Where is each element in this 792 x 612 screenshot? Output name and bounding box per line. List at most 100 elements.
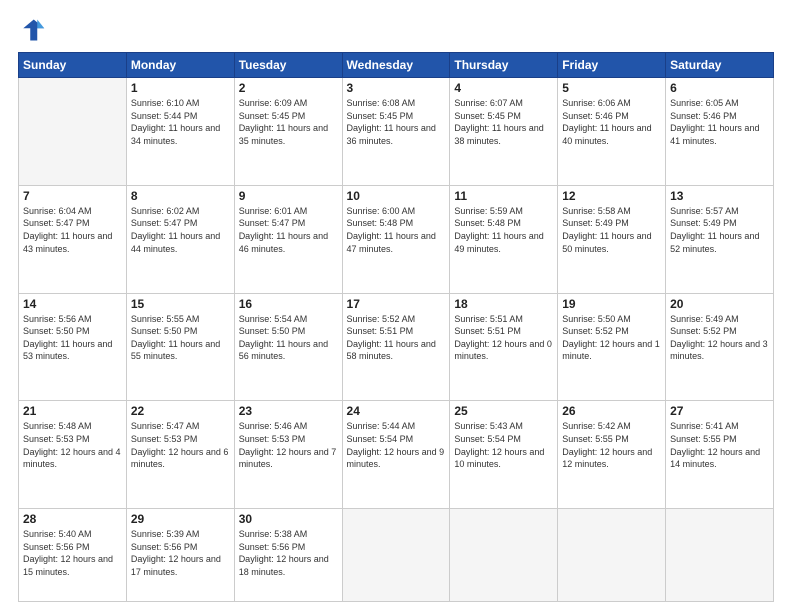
calendar-table: SundayMondayTuesdayWednesdayThursdayFrid…: [18, 52, 774, 602]
day-info: Sunrise: 5:47 AMSunset: 5:53 PMDaylight:…: [131, 420, 230, 470]
day-number: 2: [239, 81, 338, 95]
day-info: Sunrise: 6:01 AMSunset: 5:47 PMDaylight:…: [239, 205, 338, 255]
calendar-cell: 8 Sunrise: 6:02 AMSunset: 5:47 PMDaylight…: [126, 185, 234, 293]
day-number: 5: [562, 81, 661, 95]
calendar-cell: 3Sunrise: 6:08 AMSunset: 5:45 PMDaylight…: [342, 78, 450, 186]
day-number: 13: [670, 189, 769, 203]
day-number: 10: [347, 189, 446, 203]
day-info: Sunrise: 5:40 AMSunset: 5:56 PMDaylight:…: [23, 528, 122, 578]
calendar-cell: 22 Sunrise: 5:47 AMSunset: 5:53 PMDayligh…: [126, 401, 234, 509]
header: [18, 16, 774, 44]
day-info: Sunrise: 5:41 AMSunset: 5:55 PMDaylight:…: [670, 420, 769, 470]
calendar-cell: 25 Sunrise: 5:43 AMSunset: 5:54 PMDayligh…: [450, 401, 558, 509]
day-info: Sunrise: 5:56 AMSunset: 5:50 PMDaylight:…: [23, 313, 122, 363]
day-number: 19: [562, 297, 661, 311]
day-number: 26: [562, 404, 661, 418]
calendar-cell: 4 Sunrise: 6:07 AMSunset: 5:45 PMDaylight…: [450, 78, 558, 186]
day-number: 30: [239, 512, 338, 526]
day-info: Sunrise: 5:38 AMSunset: 5:56 PMDaylight:…: [239, 528, 338, 578]
day-number: 16: [239, 297, 338, 311]
day-info: Sunrise: 5:44 AMSunset: 5:54 PMDaylight:…: [347, 420, 446, 470]
calendar-cell: 6Sunrise: 6:05 AMSunset: 5:46 PMDaylight…: [666, 78, 774, 186]
day-number: 21: [23, 404, 122, 418]
day-info: Sunrise: 6:06 AMSunset: 5:46 PMDaylight:…: [562, 97, 661, 147]
day-info: Sunrise: 5:52 AMSunset: 5:51 PMDaylight:…: [347, 313, 446, 363]
weekday-header-tuesday: Tuesday: [234, 53, 342, 78]
week-row-2: 7Sunrise: 6:04 AMSunset: 5:47 PMDaylight…: [19, 185, 774, 293]
weekday-header-monday: Monday: [126, 53, 234, 78]
day-number: 20: [670, 297, 769, 311]
day-info: Sunrise: 5:48 AMSunset: 5:53 PMDaylight:…: [23, 420, 122, 470]
day-info: Sunrise: 5:57 AMSunset: 5:49 PMDaylight:…: [670, 205, 769, 255]
day-info: Sunrise: 5:51 AMSunset: 5:51 PMDaylight:…: [454, 313, 553, 363]
day-number: 28: [23, 512, 122, 526]
day-number: 22: [131, 404, 230, 418]
calendar-cell: 30 Sunrise: 5:38 AMSunset: 5:56 PMDayligh…: [234, 509, 342, 602]
calendar-cell: [558, 509, 666, 602]
day-number: 6: [670, 81, 769, 95]
day-number: 27: [670, 404, 769, 418]
calendar-cell: [342, 509, 450, 602]
page: SundayMondayTuesdayWednesdayThursdayFrid…: [0, 0, 792, 612]
calendar-cell: [450, 509, 558, 602]
day-number: 12: [562, 189, 661, 203]
calendar-cell: [19, 78, 127, 186]
day-number: 3: [347, 81, 446, 95]
calendar-cell: 12Sunrise: 5:58 AMSunset: 5:49 PMDayligh…: [558, 185, 666, 293]
calendar-cell: 29 Sunrise: 5:39 AMSunset: 5:56 PMDayligh…: [126, 509, 234, 602]
day-info: Sunrise: 5:46 AMSunset: 5:53 PMDaylight:…: [239, 420, 338, 470]
calendar-cell: 17 Sunrise: 5:52 AMSunset: 5:51 PMDayligh…: [342, 293, 450, 401]
weekday-header-friday: Friday: [558, 53, 666, 78]
weekday-header-row: SundayMondayTuesdayWednesdayThursdayFrid…: [19, 53, 774, 78]
calendar-cell: 9 Sunrise: 6:01 AMSunset: 5:47 PMDaylight…: [234, 185, 342, 293]
day-info: Sunrise: 5:50 AMSunset: 5:52 PMDaylight:…: [562, 313, 661, 363]
weekday-header-sunday: Sunday: [19, 53, 127, 78]
week-row-4: 21 Sunrise: 5:48 AMSunset: 5:53 PMDayligh…: [19, 401, 774, 509]
weekday-header-saturday: Saturday: [666, 53, 774, 78]
day-info: Sunrise: 6:10 AMSunset: 5:44 PMDaylight:…: [131, 97, 230, 147]
week-row-1: 1 Sunrise: 6:10 AMSunset: 5:44 PMDaylight…: [19, 78, 774, 186]
week-row-3: 14 Sunrise: 5:56 AMSunset: 5:50 PMDayligh…: [19, 293, 774, 401]
calendar-cell: 24 Sunrise: 5:44 AMSunset: 5:54 PMDayligh…: [342, 401, 450, 509]
day-info: Sunrise: 5:42 AMSunset: 5:55 PMDaylight:…: [562, 420, 661, 470]
day-number: 23: [239, 404, 338, 418]
day-number: 15: [131, 297, 230, 311]
calendar-cell: 23 Sunrise: 5:46 AMSunset: 5:53 PMDayligh…: [234, 401, 342, 509]
day-number: 8: [131, 189, 230, 203]
day-number: 24: [347, 404, 446, 418]
day-info: Sunrise: 5:54 AMSunset: 5:50 PMDaylight:…: [239, 313, 338, 363]
calendar-cell: 18Sunrise: 5:51 AMSunset: 5:51 PMDayligh…: [450, 293, 558, 401]
day-number: 7: [23, 189, 122, 203]
calendar-cell: 27 Sunrise: 5:41 AMSunset: 5:55 PMDayligh…: [666, 401, 774, 509]
day-number: 17: [347, 297, 446, 311]
calendar-cell: 16 Sunrise: 5:54 AMSunset: 5:50 PMDayligh…: [234, 293, 342, 401]
calendar-cell: 13 Sunrise: 5:57 AMSunset: 5:49 PMDayligh…: [666, 185, 774, 293]
calendar-cell: 7Sunrise: 6:04 AMSunset: 5:47 PMDaylight…: [19, 185, 127, 293]
day-info: Sunrise: 6:00 AMSunset: 5:48 PMDaylight:…: [347, 205, 446, 255]
day-number: 25: [454, 404, 553, 418]
day-number: 4: [454, 81, 553, 95]
week-row-5: 28 Sunrise: 5:40 AMSunset: 5:56 PMDayligh…: [19, 509, 774, 602]
day-info: Sunrise: 6:02 AMSunset: 5:47 PMDaylight:…: [131, 205, 230, 255]
day-info: Sunrise: 5:49 AMSunset: 5:52 PMDaylight:…: [670, 313, 769, 363]
day-number: 14: [23, 297, 122, 311]
day-number: 29: [131, 512, 230, 526]
logo: [18, 16, 50, 44]
day-number: 1: [131, 81, 230, 95]
day-info: Sunrise: 5:55 AMSunset: 5:50 PMDaylight:…: [131, 313, 230, 363]
day-number: 9: [239, 189, 338, 203]
calendar-cell: 26 Sunrise: 5:42 AMSunset: 5:55 PMDayligh…: [558, 401, 666, 509]
day-info: Sunrise: 6:07 AMSunset: 5:45 PMDaylight:…: [454, 97, 553, 147]
day-info: Sunrise: 5:39 AMSunset: 5:56 PMDaylight:…: [131, 528, 230, 578]
calendar-cell: 20 Sunrise: 5:49 AMSunset: 5:52 PMDayligh…: [666, 293, 774, 401]
calendar-cell: 19 Sunrise: 5:50 AMSunset: 5:52 PMDayligh…: [558, 293, 666, 401]
calendar-cell: [666, 509, 774, 602]
calendar-cell: 21 Sunrise: 5:48 AMSunset: 5:53 PMDayligh…: [19, 401, 127, 509]
day-info: Sunrise: 5:59 AMSunset: 5:48 PMDaylight:…: [454, 205, 553, 255]
day-number: 11: [454, 189, 553, 203]
day-info: Sunrise: 5:43 AMSunset: 5:54 PMDaylight:…: [454, 420, 553, 470]
calendar-cell: 14 Sunrise: 5:56 AMSunset: 5:50 PMDayligh…: [19, 293, 127, 401]
weekday-header-wednesday: Wednesday: [342, 53, 450, 78]
calendar-cell: 28 Sunrise: 5:40 AMSunset: 5:56 PMDayligh…: [19, 509, 127, 602]
day-info: Sunrise: 6:09 AMSunset: 5:45 PMDaylight:…: [239, 97, 338, 147]
